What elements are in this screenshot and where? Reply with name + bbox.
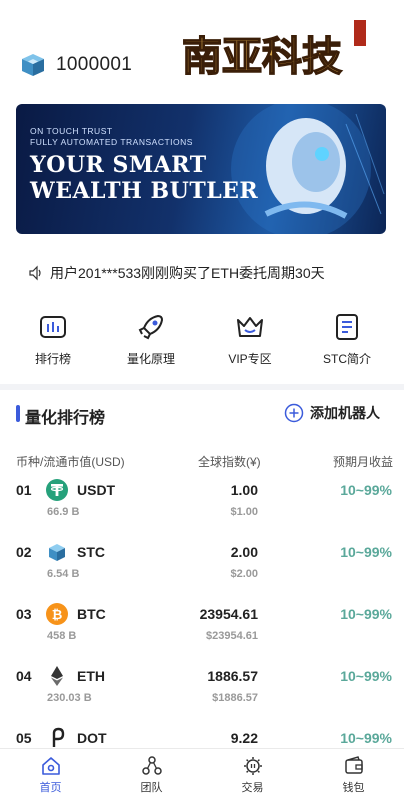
coin-market-cap: 458 B <box>47 630 77 642</box>
quick-link-vip[interactable]: VIP专区 <box>205 312 295 367</box>
tab-team[interactable]: 团队 <box>101 755 202 795</box>
coin-price-usd: $2.00 <box>230 568 258 580</box>
coin-index: 1.00 <box>230 482 258 498</box>
coin-name: USDT <box>77 482 116 498</box>
row-rank: 04 <box>16 668 32 684</box>
coin-market-cap: 66.9 B <box>47 506 80 518</box>
speaker-icon <box>29 265 41 281</box>
quick-link-stc[interactable]: STC简介 <box>302 312 392 367</box>
coin-name: DOT <box>77 730 107 746</box>
row-rank: 05 <box>16 730 32 746</box>
section-accent-bar <box>16 405 20 422</box>
tab-label: 交易 <box>241 782 264 794</box>
bottom-tab-bar: 首页 团队 交易 钱包 <box>0 748 404 802</box>
header: 1000001 南亚科技 <box>0 0 404 102</box>
tab-trade[interactable]: 交易 <box>202 755 303 795</box>
brand-logo: 南亚科技 <box>178 14 374 90</box>
plus-circle-icon <box>284 403 304 423</box>
quick-link-label: VIP专区 <box>228 352 272 366</box>
tab-label: 首页 <box>39 782 62 794</box>
table-row[interactable]: 04 ETH 230.03 B 1886.57 $1886.57 10~99% <box>0 665 404 727</box>
account-info: 1000001 <box>20 52 132 78</box>
coin-name: ETH <box>77 668 105 684</box>
quick-link-label: 排行榜 <box>34 352 71 366</box>
banner-headline-1: YOUR SMART <box>30 152 207 178</box>
add-robot-label: 添加机器人 <box>310 405 380 421</box>
tab-label: 团队 <box>140 782 163 794</box>
coin-index: 23954.61 <box>199 606 258 622</box>
coin-yield: 10~99% <box>340 730 392 746</box>
column-coin: 币种/流通市值(USD) <box>16 455 125 469</box>
coin-yield: 10~99% <box>340 668 392 684</box>
trade-icon <box>243 757 262 775</box>
quick-link-ranking[interactable]: 排行榜 <box>8 312 98 367</box>
account-id: 1000001 <box>56 54 133 75</box>
coin-name: BTC <box>77 606 106 622</box>
row-rank: 03 <box>16 606 32 622</box>
banner-tagline: ON TOUCH TRUST <box>30 126 113 136</box>
coin-market-cap: 6.54 B <box>47 568 80 580</box>
quick-link-principle[interactable]: 量化原理 <box>106 312 196 367</box>
coin-yield: 10~99% <box>340 544 392 560</box>
home-icon <box>41 757 60 775</box>
svg-text:₿: ₿ <box>52 608 63 623</box>
polkadot-icon <box>52 727 65 747</box>
ranking-section-header: 量化排行榜 添加机器人 <box>0 392 404 434</box>
tab-wallet[interactable]: 钱包 <box>303 755 404 795</box>
promo-banner[interactable]: ON TOUCH TRUST FULLY AUTOMATED TRANSACTI… <box>16 104 386 234</box>
logo-text: 南亚科技 <box>182 33 342 80</box>
notice-text: 用户201***533刚刚购买了ETH委托周期30天 <box>50 265 325 281</box>
coin-price-usd: $1886.57 <box>212 692 258 704</box>
tab-home[interactable]: 首页 <box>0 755 101 795</box>
section-title: 量化排行榜 <box>25 410 106 427</box>
column-yield: 预期月收益 <box>333 455 394 469</box>
column-index: 全球指数(¥) <box>198 455 261 469</box>
document-icon <box>336 314 358 340</box>
tab-label: 钱包 <box>342 782 365 794</box>
chart-icon <box>40 316 66 338</box>
add-robot-button[interactable]: 添加机器人 <box>284 403 380 423</box>
bitcoin-icon: ₿ <box>46 603 68 625</box>
table-row[interactable]: 03 ₿ BTC 458 B 23954.61 $23954.61 10~99% <box>0 603 404 665</box>
coin-market-cap: 230.03 B <box>47 692 92 704</box>
quick-link-label: 量化原理 <box>126 352 175 366</box>
cube-icon <box>49 544 65 561</box>
table-row[interactable]: 01 USDT 66.9 B 1.00 $1.00 10~99% <box>0 479 404 541</box>
quick-links: 排行榜 量化原理 VIP专区 STC简介 <box>0 312 404 374</box>
notice-bar: 用户201***533刚刚购买了ETH委托周期30天 <box>28 263 325 283</box>
crown-icon <box>237 317 263 337</box>
row-rank: 01 <box>16 482 32 498</box>
coin-index: 1886.57 <box>207 668 258 684</box>
banner-headline-2: WEALTH BUTLER <box>30 178 259 204</box>
wallet-icon <box>344 756 363 774</box>
coin-name: STC <box>77 544 105 560</box>
coin-yield: 10~99% <box>340 482 392 498</box>
tether-icon <box>46 479 68 501</box>
quick-link-label: STC简介 <box>322 352 371 366</box>
rocket-icon <box>138 314 164 340</box>
row-rank: 02 <box>16 544 32 560</box>
banner-subtitle: FULLY AUTOMATED TRANSACTIONS <box>30 137 193 147</box>
coin-price-usd: $23954.61 <box>206 630 258 642</box>
coin-yield: 10~99% <box>340 606 392 622</box>
ethereum-icon <box>51 666 63 686</box>
coin-index: 9.22 <box>230 730 258 746</box>
section-divider <box>0 384 404 390</box>
table-row[interactable]: 02 STC 6.54 B 2.00 $2.00 10~99% <box>0 541 404 603</box>
coin-price-usd: $1.00 <box>230 506 258 518</box>
team-icon <box>141 756 162 775</box>
cube-icon <box>22 54 44 76</box>
coin-index: 2.00 <box>230 544 258 560</box>
